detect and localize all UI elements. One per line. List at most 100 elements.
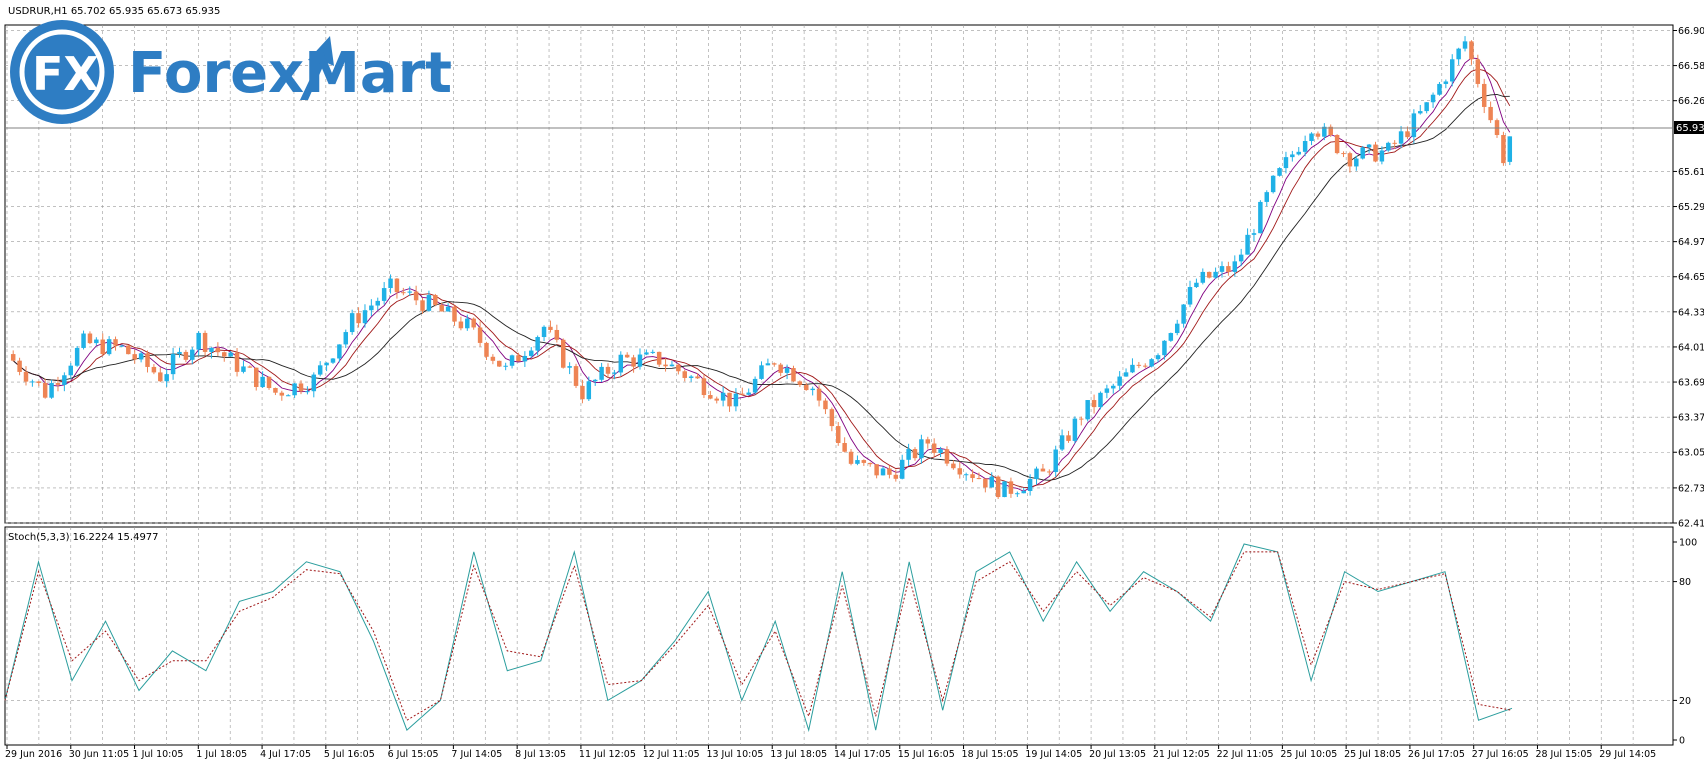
bear-candle: [816, 388, 822, 401]
bear-candle: [1481, 83, 1487, 107]
time-label: 11 Jul 12:05: [579, 749, 636, 760]
stoch-tick-label: 100: [1679, 538, 1697, 549]
time-label: 18 Jul 15:05: [962, 749, 1019, 760]
bear-candle: [836, 426, 841, 443]
bull-candle: [1245, 234, 1250, 255]
price-tick-label: 62.730: [1678, 483, 1704, 494]
bear-candle: [1047, 471, 1052, 473]
bull-candle: [1085, 400, 1090, 420]
bear-candle: [1008, 481, 1014, 494]
bull-candle: [1379, 150, 1385, 162]
time-label: 14 Jul 17:05: [834, 749, 891, 760]
bull-candle: [586, 381, 592, 400]
bull-candle: [292, 383, 297, 396]
bear-candle: [151, 366, 157, 373]
bear-candle: [676, 364, 681, 372]
bull-candle: [1290, 154, 1295, 158]
bear-candle: [158, 372, 163, 382]
bull-candle: [1002, 481, 1007, 498]
bear-candle: [995, 476, 1001, 498]
bull-candle: [1443, 81, 1449, 84]
bull-candle: [1181, 304, 1186, 324]
bull-candle: [1450, 59, 1455, 82]
bull-candle: [1296, 151, 1301, 155]
bull-candle: [1059, 435, 1065, 450]
bear-candle: [624, 354, 630, 358]
bull-candle: [426, 295, 432, 311]
bull-candle: [503, 365, 508, 367]
bear-candle: [202, 332, 208, 352]
bull-candle: [1187, 287, 1193, 305]
bear-candle: [656, 351, 662, 365]
bear-candle: [100, 339, 105, 355]
bull-candle: [529, 350, 534, 356]
bear-candle: [1315, 133, 1321, 137]
bull-candle: [1251, 233, 1257, 235]
bull-candle: [1162, 340, 1167, 356]
bull-candle: [938, 449, 943, 453]
time-label: 30 Jun 11:05: [69, 749, 129, 760]
price-tick-label: 65.295: [1678, 202, 1704, 213]
time-label: 13 Jul 18:05: [770, 749, 827, 760]
bull-candle: [1277, 168, 1282, 176]
bear-candle: [413, 291, 419, 301]
bull-candle: [305, 391, 310, 393]
bear-candle: [113, 339, 118, 346]
bear-candle: [1488, 106, 1493, 121]
bull-candle: [465, 318, 470, 329]
bear-candle: [867, 462, 873, 465]
current-price-label: 65.935: [1676, 123, 1704, 134]
bull-candle: [567, 366, 572, 368]
bear-candle: [944, 449, 950, 464]
bear-candle: [778, 364, 783, 373]
bull-candle: [1398, 131, 1404, 144]
bear-candle: [132, 354, 137, 360]
bear-candle: [36, 381, 42, 383]
bull-candle: [375, 300, 380, 306]
bear-candle: [42, 382, 48, 398]
bull-candle: [81, 333, 86, 348]
bull-candle: [1168, 333, 1174, 341]
price-tick-label: 64.655: [1678, 272, 1704, 283]
bull-candle: [752, 378, 758, 393]
bear-candle: [516, 355, 521, 362]
bull-candle: [1072, 418, 1078, 441]
bear-candle: [970, 474, 975, 479]
bull-candle: [49, 383, 54, 398]
bull-candle: [68, 365, 73, 376]
bull-candle: [522, 355, 528, 362]
time-label: 12 Jul 11:05: [643, 749, 700, 760]
bear-candle: [554, 329, 560, 340]
bull-candle: [1117, 376, 1122, 386]
logo-brand-name: ForexMart: [128, 41, 452, 106]
bear-candle: [714, 398, 719, 401]
bull-candle: [445, 306, 451, 312]
bear-candle: [17, 360, 22, 372]
time-label: 26 Jul 17:05: [1408, 749, 1465, 760]
bear-candle: [1405, 131, 1410, 138]
bull-candle: [1232, 261, 1238, 272]
bear-candle: [1501, 135, 1506, 164]
bear-candle: [279, 392, 285, 396]
time-label: 1 Jul 18:05: [196, 749, 247, 760]
bear-candle: [273, 388, 278, 393]
bear-candle: [183, 351, 189, 360]
bull-candle: [855, 460, 860, 464]
bull-candle: [733, 393, 739, 407]
bull-candle: [1219, 266, 1225, 272]
bear-candle: [1079, 418, 1084, 420]
bear-candle: [1136, 364, 1142, 366]
bear-candle: [298, 383, 304, 392]
bull-candle: [1430, 94, 1436, 103]
bear-candle: [912, 449, 918, 459]
bull-candle: [407, 291, 412, 293]
bull-candle: [228, 352, 233, 357]
bull-candle: [1302, 141, 1308, 152]
bull-candle: [1104, 388, 1110, 393]
price-chart[interactable]: 29 Jun 2016 30 Jun 11:05 1 Jul 10:05 1 Jul …: [0, 0, 1704, 760]
bear-candle: [893, 474, 899, 479]
bull-candle: [720, 392, 726, 401]
bear-candle: [804, 384, 809, 391]
bear-candle: [490, 356, 496, 361]
bull-candle: [1034, 468, 1039, 479]
